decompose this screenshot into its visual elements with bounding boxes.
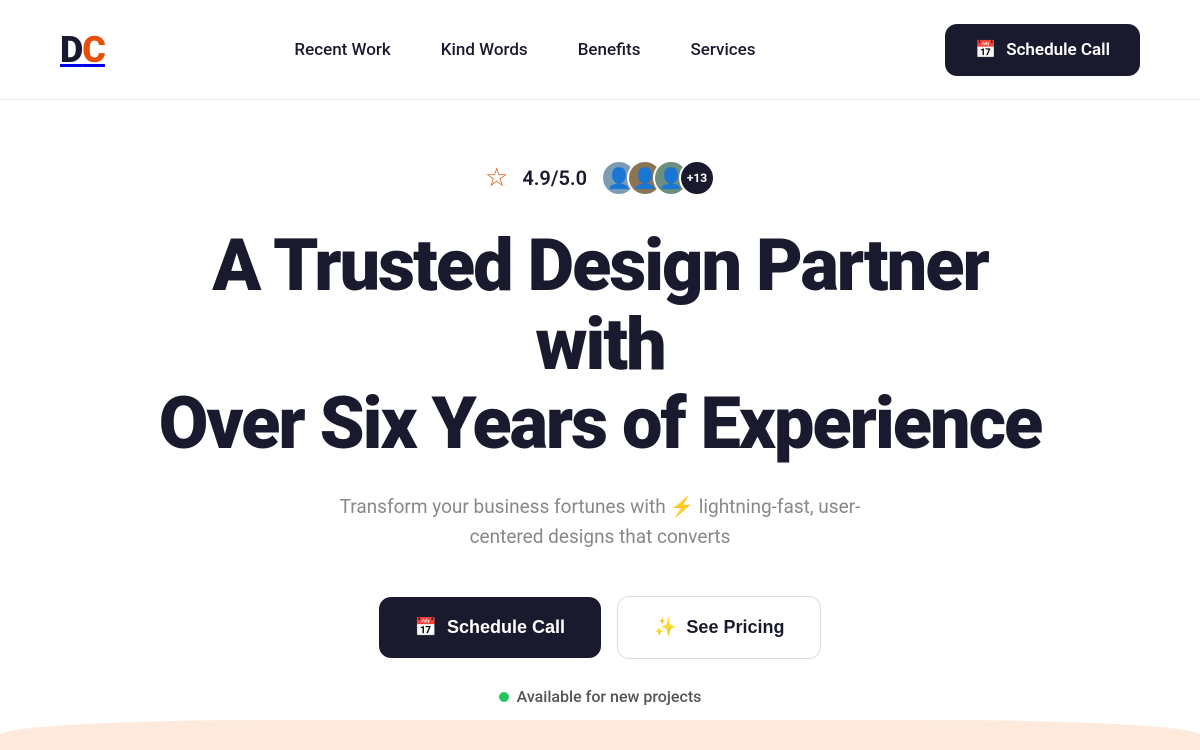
star-icon: ☆ bbox=[485, 163, 508, 193]
calendar-icon: 📅 bbox=[975, 40, 996, 60]
see-pricing-button[interactable]: ✨ See Pricing bbox=[617, 596, 821, 659]
avatar-count-badge: +13 bbox=[679, 160, 715, 196]
rating-score: 4.9/5.0 bbox=[522, 166, 587, 190]
availability-dot bbox=[499, 692, 509, 702]
nav-links: Recent Work Kind Words Benefits Services bbox=[294, 40, 755, 60]
rating-row: ☆ 4.9/5.0 👤 👤 👤 +13 bbox=[485, 160, 715, 196]
availability-row: Available for new projects bbox=[499, 687, 702, 706]
hero-title: A Trusted Design Partner with Over Six Y… bbox=[150, 226, 1050, 464]
logo-letter-d: D bbox=[60, 29, 82, 71]
hero-section: ☆ 4.9/5.0 👤 👤 👤 +13 A Trusted Design Par… bbox=[0, 100, 1200, 746]
hero-subtitle: Transform your business fortunes with ⚡ … bbox=[310, 492, 890, 553]
sparkle-icon: ✨ bbox=[654, 617, 676, 638]
nav-cta-label: Schedule Call bbox=[1006, 40, 1110, 60]
see-pricing-label: See Pricing bbox=[686, 617, 784, 638]
navbar: DC Recent Work Kind Words Benefits Servi… bbox=[0, 0, 1200, 100]
nav-kind-words[interactable]: Kind Words bbox=[441, 40, 528, 60]
cta-row: 📅 Schedule Call ✨ See Pricing bbox=[379, 596, 822, 659]
nav-schedule-call-button[interactable]: 📅 Schedule Call bbox=[945, 24, 1140, 76]
nav-benefits[interactable]: Benefits bbox=[578, 40, 641, 60]
availability-text: Available for new projects bbox=[517, 687, 702, 706]
avatar-group: 👤 👤 👤 +13 bbox=[601, 160, 715, 196]
bottom-strip-decoration bbox=[0, 720, 1200, 750]
schedule-call-button[interactable]: 📅 Schedule Call bbox=[379, 597, 601, 658]
schedule-call-label: Schedule Call bbox=[447, 617, 565, 638]
logo[interactable]: DC bbox=[60, 29, 105, 71]
logo-letter-c: C bbox=[82, 29, 105, 71]
calendar-icon-primary: 📅 bbox=[415, 617, 437, 638]
nav-services[interactable]: Services bbox=[690, 40, 755, 60]
nav-recent-work[interactable]: Recent Work bbox=[294, 40, 390, 60]
